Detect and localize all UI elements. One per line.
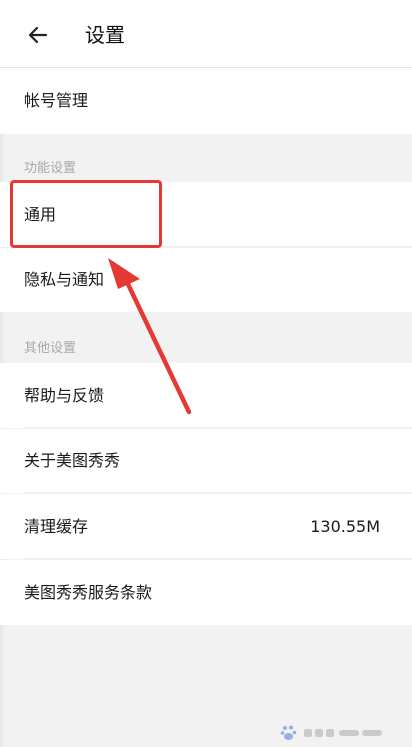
settings-item-label: 清理缓存 — [24, 516, 89, 536]
settings-item-label: 帐号管理 — [24, 91, 89, 110]
settings-item-label: 美图秀秀服务条款 — [24, 582, 153, 602]
cache-size-value: 130.55M — [310, 516, 380, 536]
settings-item-about[interactable]: 关于美图秀秀 — [0, 429, 412, 493]
app-header: 设置 — [0, 0, 412, 68]
settings-item-help[interactable]: 帮助与反馈 — [0, 363, 412, 428]
watermark-logo-mark — [304, 729, 382, 737]
settings-item-privacy[interactable]: 隐私与通知 — [0, 248, 412, 312]
settings-item-terms[interactable]: 美图秀秀服务条款 — [0, 560, 412, 625]
arrow-left-icon — [28, 26, 48, 44]
settings-item-account[interactable]: 帐号管理 — [0, 68, 412, 134]
baidu-paw-icon — [280, 725, 297, 740]
highlight-box-general — [10, 180, 162, 248]
section-title-features: 功能设置 — [24, 161, 77, 176]
section-title-others: 其他设置 — [24, 341, 77, 356]
settings-item-clear-cache[interactable]: 清理缓存 130.55M — [0, 494, 412, 559]
page-title: 设置 — [85, 23, 125, 47]
baidu-watermark — [280, 723, 392, 743]
settings-item-label: 关于美图秀秀 — [24, 451, 121, 470]
settings-item-label: 帮助与反馈 — [24, 385, 105, 405]
back-button[interactable] — [18, 18, 58, 52]
settings-item-label: 隐私与通知 — [24, 270, 105, 289]
